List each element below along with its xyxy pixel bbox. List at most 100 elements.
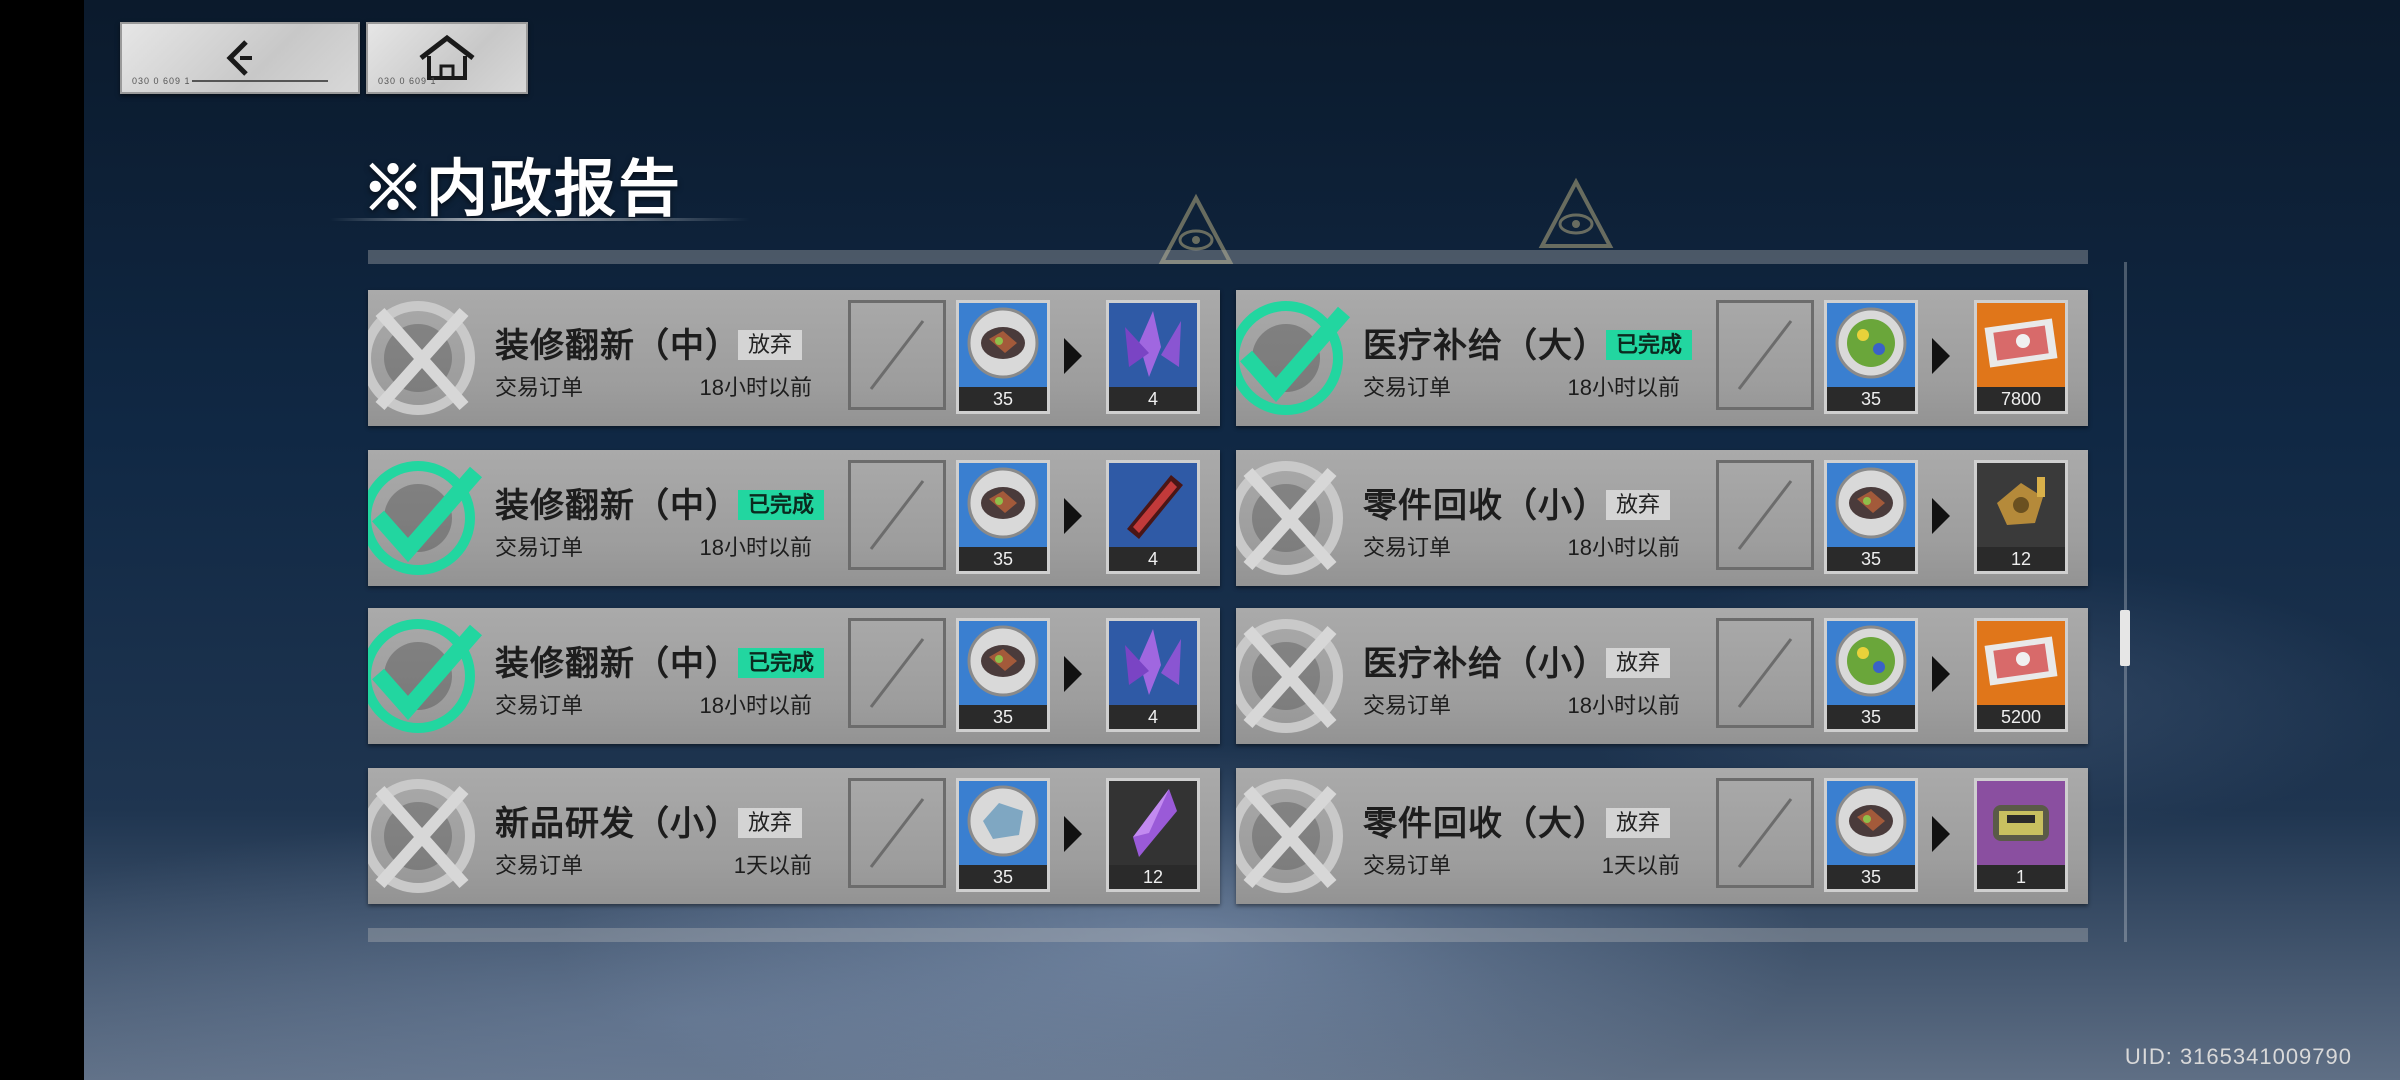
arrow-right-icon (1932, 338, 1950, 374)
report-time: 18小时以前 (699, 375, 812, 400)
gold-scrap-parts-icon (1977, 463, 2065, 547)
item-count: 1 (1977, 865, 2065, 889)
report-name: 医疗补给（小） (1363, 644, 1608, 684)
home-button-serial: 030 0 609 1 (378, 76, 437, 86)
report-status-badge: 已完成 (738, 648, 825, 678)
report-status-badge: 已完成 (1606, 330, 1693, 360)
green-herb-coin-icon (1827, 303, 1915, 387)
list-bottom-edge (368, 928, 2088, 942)
blue-ore-coin-icon (959, 781, 1047, 865)
report-type: 交易订单 (495, 535, 584, 560)
scrollbar-track[interactable] (2124, 262, 2127, 942)
arrow-right-icon (1064, 338, 1082, 374)
report-name: 零件回收（小） (1363, 486, 1608, 526)
report-type: 交易订单 (1363, 375, 1452, 400)
report-type: 交易订单 (1363, 853, 1452, 878)
purple-crystal-cluster-icon (1109, 621, 1197, 705)
back-button-rule (192, 80, 328, 82)
uid-label: UID: 3165341009790 (2124, 1044, 2352, 1069)
output-item[interactable]: 7800 (1974, 300, 2068, 414)
mineral-ore-coin-icon (959, 303, 1047, 387)
list-top-edge (368, 250, 2088, 264)
back-button[interactable]: 030 0 609 1 (120, 22, 360, 94)
report-time: 18小时以前 (699, 693, 812, 718)
item-count: 35 (959, 705, 1047, 729)
report-time: 18小时以前 (699, 535, 812, 560)
input-item[interactable]: 35 (1824, 778, 1918, 892)
report-time: 18小时以前 (1567, 535, 1680, 560)
empty-slot (1716, 618, 1814, 728)
output-item[interactable]: 5200 (1974, 618, 2068, 732)
report-type: 交易订单 (1363, 535, 1452, 560)
home-button[interactable]: 030 0 609 1 (366, 22, 528, 94)
report-card[interactable]: 装修翻新（中） 已完成 交易订单 18小时以前 35 4 (368, 608, 1220, 744)
item-count: 35 (959, 865, 1047, 889)
title-underline (330, 218, 750, 221)
report-type: 交易订单 (495, 375, 584, 400)
arrow-right-icon (1064, 498, 1082, 534)
report-type: 交易订单 (495, 693, 584, 718)
item-count: 12 (1977, 547, 2065, 571)
item-count: 35 (959, 547, 1047, 571)
banknote-bundle-icon (1977, 621, 2065, 705)
report-name: 医疗补给（大） (1363, 326, 1608, 366)
output-item[interactable]: 4 (1106, 618, 1200, 732)
chevron-left-icon (226, 40, 252, 76)
purple-crystal-cluster-icon (1109, 303, 1197, 387)
report-status-badge: 放弃 (1606, 490, 1671, 520)
empty-slot (848, 778, 946, 888)
item-count: 4 (1109, 705, 1197, 729)
empty-slot (1716, 460, 1814, 570)
red-metal-bar-icon (1109, 463, 1197, 547)
item-count: 12 (1109, 865, 1197, 889)
item-count: 35 (1827, 547, 1915, 571)
report-type: 交易订单 (495, 853, 584, 878)
empty-slot (1716, 300, 1814, 410)
input-item[interactable]: 35 (1824, 618, 1918, 732)
input-item[interactable]: 35 (1824, 460, 1918, 574)
output-item[interactable]: 4 (1106, 300, 1200, 414)
empty-slot (848, 300, 946, 410)
input-item[interactable]: 35 (956, 460, 1050, 574)
item-count: 35 (1827, 865, 1915, 889)
report-card[interactable]: 装修翻新（中） 放弃 交易订单 18小时以前 35 4 (368, 290, 1220, 426)
input-item[interactable]: 35 (956, 778, 1050, 892)
report-status-badge: 已完成 (738, 490, 825, 520)
item-count: 7800 (1977, 387, 2065, 411)
item-count: 35 (1827, 387, 1915, 411)
report-status-badge: 放弃 (1606, 648, 1671, 678)
report-type: 交易订单 (1363, 693, 1452, 718)
report-card[interactable]: 装修翻新（中） 已完成 交易订单 18小时以前 35 4 (368, 450, 1220, 586)
arrow-right-icon (1064, 816, 1082, 852)
report-status-badge: 放弃 (1606, 808, 1671, 838)
report-time: 1天以前 (1601, 853, 1680, 878)
output-item[interactable]: 4 (1106, 460, 1200, 574)
item-count: 4 (1109, 387, 1197, 411)
output-item[interactable]: 1 (1974, 778, 2068, 892)
machine-part-icon (1977, 781, 2065, 865)
report-name: 零件回收（大） (1363, 804, 1608, 844)
scrollbar-thumb[interactable] (2120, 610, 2130, 666)
report-card[interactable]: 零件回收（小） 放弃交易订单 18小时以前 35 12 (1236, 450, 2088, 586)
arrow-right-icon (1064, 656, 1082, 692)
report-card[interactable]: 新品研发（小） 放弃 交易订单 1天以前 35 12 (368, 768, 1220, 904)
report-card[interactable]: 医疗补给（小） 放弃交易订单 18小时以前 35 5200 (1236, 608, 2088, 744)
input-item[interactable]: 35 (1824, 300, 1918, 414)
item-count: 35 (959, 387, 1047, 411)
item-count: 5200 (1977, 705, 2065, 729)
output-item[interactable]: 12 (1106, 778, 1200, 892)
report-status-badge: 放弃 (738, 330, 803, 360)
banknote-bundle-icon (1977, 303, 2065, 387)
report-card[interactable]: 零件回收（大） 放弃交易订单 1天以前 35 1 (1236, 768, 2088, 904)
output-item[interactable]: 12 (1974, 460, 2068, 574)
report-name: 新品研发（小） (495, 804, 740, 844)
arrow-right-icon (1932, 498, 1950, 534)
empty-slot (1716, 778, 1814, 888)
report-card[interactable]: 医疗补给（大） 已完成 交易订单 18小时以前 35 7800 (1236, 290, 2088, 426)
green-herb-coin-icon (1827, 621, 1915, 705)
report-time: 18小时以前 (1567, 693, 1680, 718)
item-count: 35 (1827, 705, 1915, 729)
report-time: 1天以前 (733, 853, 812, 878)
input-item[interactable]: 35 (956, 300, 1050, 414)
input-item[interactable]: 35 (956, 618, 1050, 732)
